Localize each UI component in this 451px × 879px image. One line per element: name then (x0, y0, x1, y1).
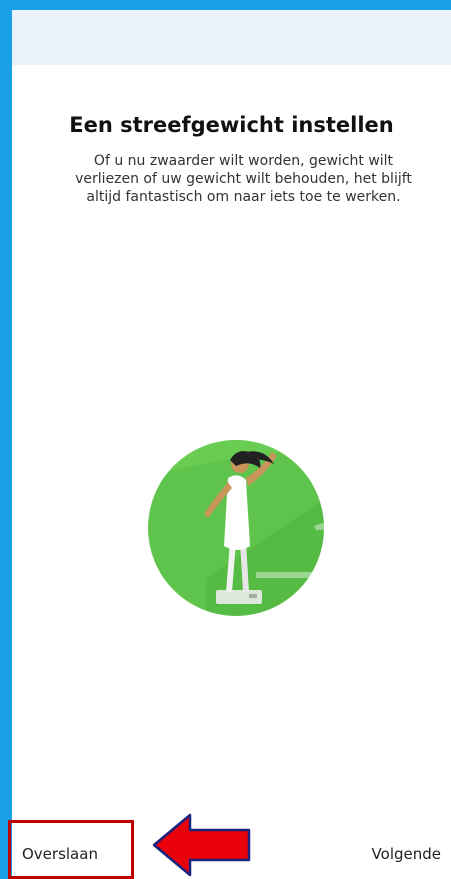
person-on-scale-icon (148, 440, 324, 616)
app-screen: Een streefgewicht instellen Of u nu zwaa… (12, 10, 451, 879)
annotation-highlight-box (8, 820, 134, 879)
page-description: Of u nu zwaarder wilt worden, gewicht wi… (75, 153, 412, 205)
next-button[interactable]: Volgende (372, 845, 441, 863)
annotation-arrow-icon (152, 813, 251, 877)
page-title: Een streefgewicht instellen (69, 113, 394, 137)
top-bar (12, 10, 451, 65)
